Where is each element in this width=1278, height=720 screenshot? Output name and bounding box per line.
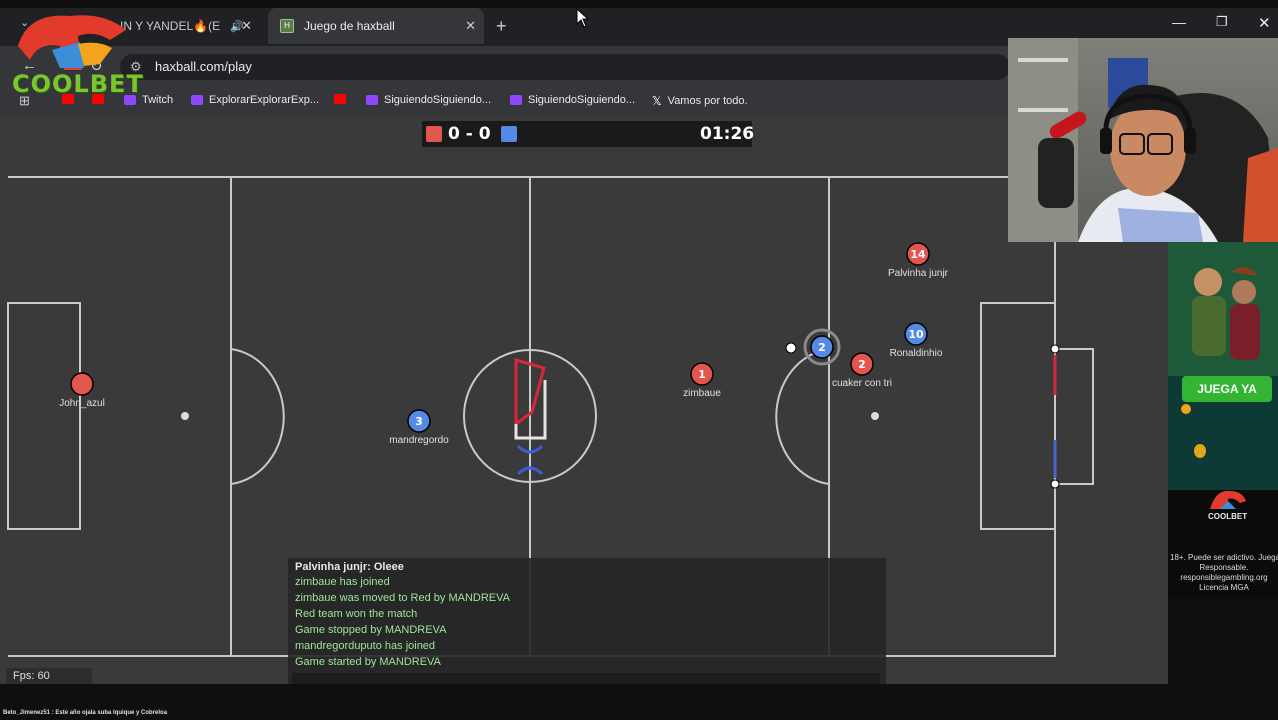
- player-red: [70, 372, 94, 396]
- player-number: 3: [415, 415, 423, 428]
- player-number: 14: [910, 248, 926, 261]
- player-blue: 10: [904, 322, 928, 346]
- player-red: 1: [690, 362, 714, 386]
- player-red: 2: [850, 352, 874, 376]
- chat-message: Red team won the match: [295, 608, 418, 620]
- bookmark-siguiendo-2[interactable]: SiguiendoSiguiendo...: [510, 94, 635, 106]
- streamer-image: [1008, 38, 1278, 242]
- haxball-favicon-icon: H: [280, 19, 294, 33]
- restore-icon[interactable]: ❐: [1216, 14, 1228, 30]
- chat-message: zimbaue was moved to Red by MANDREVA: [295, 592, 510, 604]
- chat-message: zimbaue has joined: [295, 576, 390, 588]
- chat-message: Game stopped by MANDREVA: [295, 624, 447, 636]
- fps-counter: Fps: 60: [6, 668, 92, 684]
- player-name: mandregordo: [389, 435, 449, 446]
- player-blue-self: 2: [810, 335, 834, 359]
- chat-input[interactable]: [292, 673, 880, 684]
- player-name: John_azul: [59, 398, 105, 409]
- player-name: cuaker con tri: [831, 378, 893, 389]
- disclaimer-line: 18+. Puede ser adictivo. Juega: [1170, 553, 1278, 562]
- bookmark-youtube[interactable]: [334, 94, 352, 104]
- webcam-feed: [1008, 38, 1278, 242]
- address-bar[interactable]: [120, 54, 1010, 80]
- brand-logo-text: COOLBET: [12, 70, 144, 98]
- tab-label: Juego de haxball: [304, 19, 395, 33]
- minimize-icon[interactable]: —: [1172, 14, 1186, 30]
- coolbet-mini-logo-icon: [1210, 490, 1246, 509]
- disclaimer-line: responsiblegambling.org: [1180, 573, 1268, 582]
- bookmark-label: Twitch: [142, 94, 174, 106]
- new-tab-button[interactable]: +: [496, 16, 507, 37]
- player-red: 14: [906, 242, 930, 266]
- tab-haxball[interactable]: H Juego de haxball ✕: [268, 8, 484, 44]
- red-team-indicator: [426, 126, 442, 142]
- player-name: Palvinha junjr: [887, 268, 949, 279]
- chat-message: Palvinha junjr: Oleee: [295, 561, 404, 573]
- score-text: 0 - 0: [448, 124, 491, 144]
- coin-icon: [1194, 444, 1206, 458]
- twitch-icon: [191, 95, 203, 105]
- ticker-message: Beto_Jimenez51 : Este año ojala suba Iqu…: [3, 710, 168, 716]
- bookmark-label: ExplorarExplorarExp...: [209, 94, 320, 106]
- player-blue: 3: [407, 409, 431, 433]
- x-logo-icon: 𝕏: [652, 94, 662, 108]
- ball: [785, 342, 797, 354]
- close-tab-icon[interactable]: ✕: [241, 18, 252, 34]
- chat-message: Game started by MANDREVA: [295, 656, 441, 668]
- chat-message: mandregorduputo has joined: [295, 640, 436, 652]
- bookmark-explorar[interactable]: ExplorarExplorarExp...: [191, 94, 319, 106]
- bookmark-label: SiguiendoSiguiendo...: [384, 94, 492, 106]
- twitch-icon: [366, 95, 378, 105]
- mouse-cursor-icon: [576, 8, 590, 28]
- blue-team-indicator: [501, 126, 517, 142]
- window-close-icon[interactable]: ✕: [1258, 14, 1271, 32]
- url-text[interactable]: haxball.com/play: [155, 59, 252, 74]
- disclaimer-line: Licencia MGA: [1199, 583, 1249, 592]
- close-tab-icon[interactable]: ✕: [465, 18, 476, 34]
- match-timer: 01:26: [700, 124, 755, 144]
- player-number: 1: [698, 368, 706, 381]
- player-name: zimbaue: [683, 388, 721, 399]
- ad-brand-text: COOLBET: [1208, 512, 1248, 521]
- player-number: 2: [858, 358, 866, 371]
- stream-ticker: [0, 684, 1278, 720]
- coin-icon: [1181, 404, 1191, 414]
- player-number: 10: [908, 328, 924, 341]
- ad-disclaimer: 18+. Puede ser adictivo. Juega Responsab…: [1170, 553, 1278, 593]
- ad-artwork-image: [1168, 242, 1278, 376]
- play-now-button[interactable]: JUEGA YA: [1182, 376, 1272, 402]
- player-number: 2: [818, 341, 826, 354]
- twitch-icon: [510, 95, 522, 105]
- bookmark-x[interactable]: 𝕏 Vamos por todo.: [652, 94, 748, 108]
- bookmark-siguiendo-1[interactable]: SiguiendoSiguiendo...: [366, 94, 491, 106]
- bookmark-label: Vamos por todo.: [667, 95, 748, 107]
- player-name: Ronaldinhio: [889, 348, 943, 359]
- youtube-icon: [334, 94, 346, 104]
- disclaimer-line: Responsable.: [1199, 563, 1249, 572]
- bookmark-label: SiguiendoSiguiendo...: [528, 94, 636, 106]
